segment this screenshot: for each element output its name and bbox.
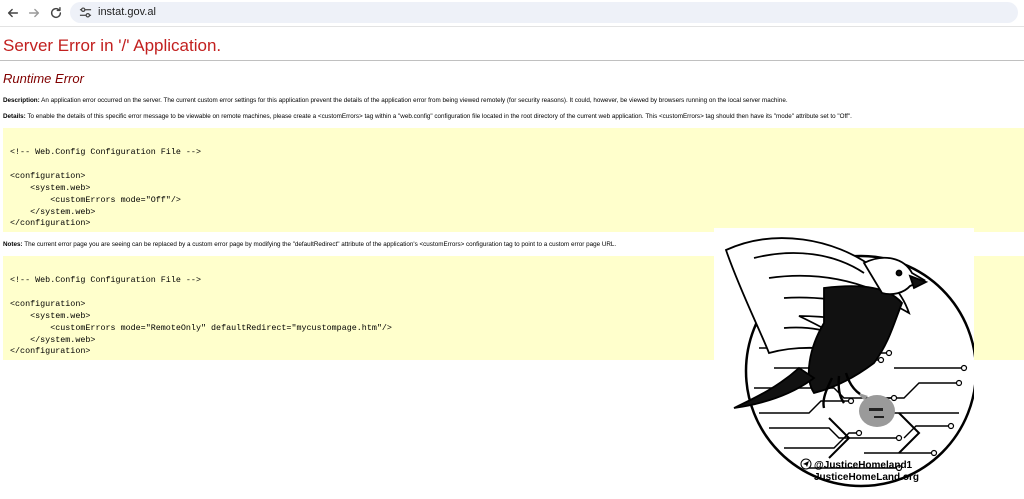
page-title: Server Error in '/' Application. [3,36,222,55]
notes-text: The current error page you are seeing ca… [22,241,617,248]
details-text: To enable the details of this specific e… [25,113,852,120]
url-text[interactable]: instat.gov.al [98,5,156,20]
back-arrow-icon [7,8,19,18]
config-code-block-1: <!-- Web.Config Configuration File --> <… [3,128,1024,232]
description-label: Description: [3,97,40,104]
browser-toolbar: instat.gov.al [0,0,1024,27]
forward-button[interactable] [24,3,44,23]
details-label: Details: [3,113,26,120]
reload-icon [50,7,62,19]
notes-label: Notes: [3,241,23,248]
site-settings-icon[interactable] [79,6,92,19]
description-paragraph: Description: An application error occurr… [3,96,788,105]
description-text: An application error occurred on the ser… [39,97,788,104]
back-button[interactable] [3,3,23,23]
reload-button[interactable] [46,3,66,23]
eagle-logo-icon: @JusticeHomeland1 JusticeHomeLand.org [724,237,978,488]
watermark-handle: @JusticeHomeland1 [814,460,913,471]
title-divider [0,60,1024,61]
watermark-logo: @JusticeHomeland1 JusticeHomeLand.org [714,228,978,494]
config-code-text-1: <!-- Web.Config Configuration File --> <… [10,147,201,229]
details-paragraph: Details: To enable the details of this s… [3,112,852,121]
forward-arrow-icon [28,8,40,18]
notes-paragraph: Notes: The current error page you are se… [3,240,616,249]
address-bar[interactable]: instat.gov.al [70,2,1018,23]
watermark-site: JusticeHomeLand.org [814,472,919,483]
config-code-text-2: <!-- Web.Config Configuration File --> <… [10,275,392,357]
error-type-heading: Runtime Error [3,71,84,86]
